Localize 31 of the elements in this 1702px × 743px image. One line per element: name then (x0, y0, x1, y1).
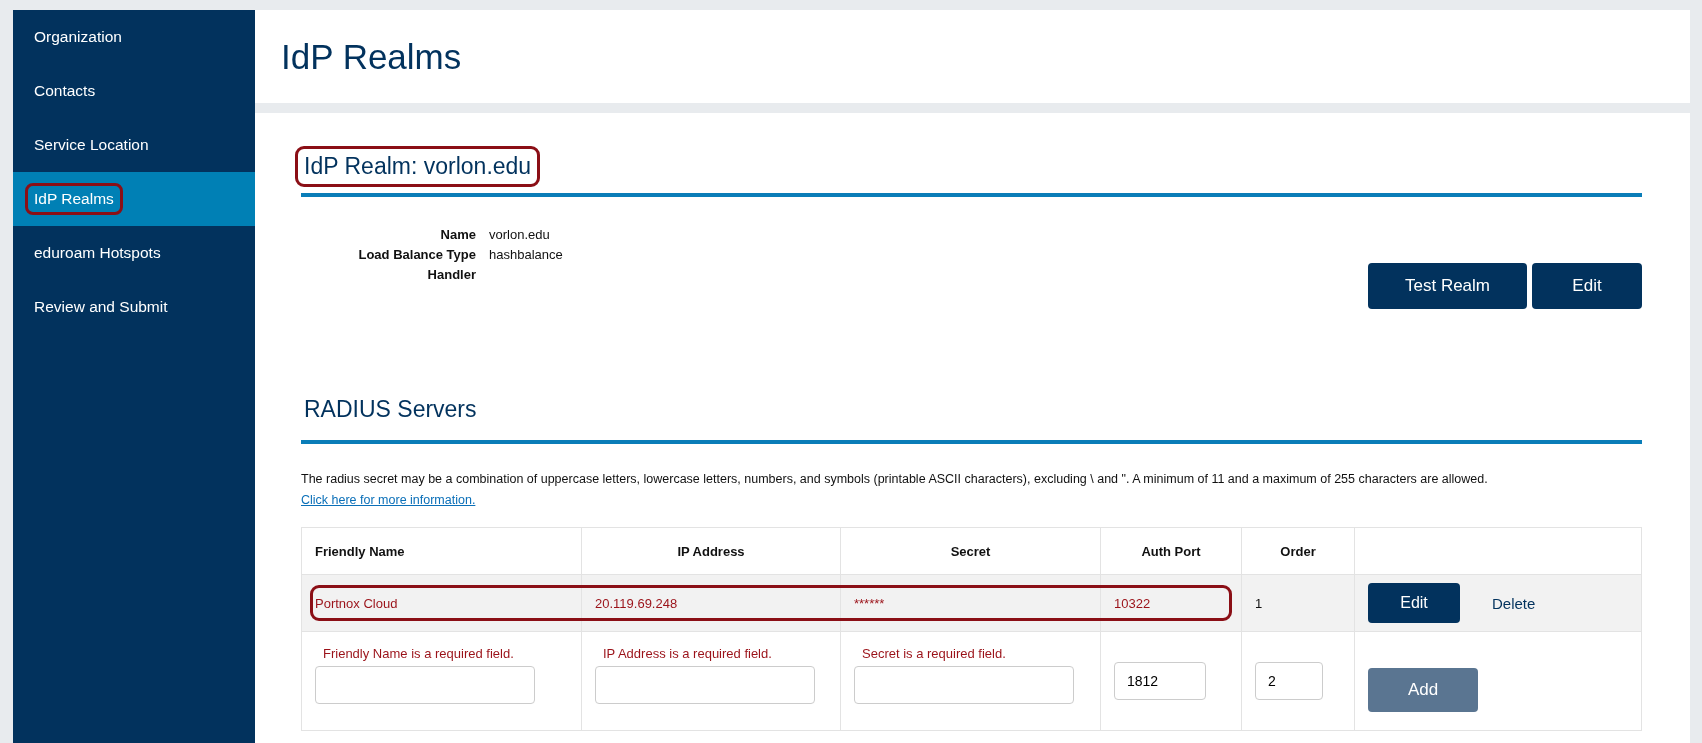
nav-item[interactable]: Service Location (13, 118, 255, 172)
nav-item[interactable]: Review and Submit (13, 280, 255, 334)
info-link[interactable]: Click here for more information. (301, 493, 476, 507)
edit-button[interactable]: Edit (1368, 583, 1460, 623)
nav-item[interactable]: Organization (13, 10, 255, 64)
nav-item[interactable]: eduroam Hotspots (13, 226, 255, 280)
input-field[interactable] (854, 666, 1074, 704)
edit-button[interactable]: Edit (1532, 263, 1642, 309)
detail-label: Load Balance Type (357, 247, 476, 262)
error-message: IP Address is a required field. (602, 646, 773, 661)
input-field[interactable] (595, 666, 815, 704)
error-message: Friendly Name is a required field. (322, 646, 515, 661)
table-cell: 1 (1255, 595, 1263, 611)
detail-label: Handler (426, 267, 476, 282)
error-message: Secret is a required field. (861, 646, 1007, 661)
delete-link[interactable]: Delete (1492, 594, 1536, 612)
detail-value: hashbalance (489, 247, 563, 262)
detail-value: vorlon.edu (489, 227, 550, 242)
table-cell: 10322 (1114, 595, 1151, 611)
table-cell: 20.119.69.248 (595, 595, 678, 611)
nav-item[interactable]: IdP Realms (13, 172, 255, 226)
info-paragraph: The radius secret may be a combination of uppercase letters, lowercase letters, numbers, and symbols (printable ASCII characters), excluding \ and ". A minimum of 11 and a maximum of 255 characters are allowed. Click here for more information. (301, 471, 1489, 509)
input-field[interactable] (315, 666, 535, 704)
detail-label: Name (439, 227, 476, 242)
table-cell: ****** (854, 595, 885, 611)
section-heading: RADIUS Servers (303, 395, 478, 424)
page-title: IdP Realms (281, 36, 462, 77)
test-realm-button[interactable]: Test Realm (1368, 263, 1527, 309)
realm-heading: IdP Realm: vorlon.edu (295, 146, 541, 187)
nav-item[interactable]: Contacts (13, 64, 255, 118)
table-cell: Portnox Cloud (315, 595, 398, 611)
